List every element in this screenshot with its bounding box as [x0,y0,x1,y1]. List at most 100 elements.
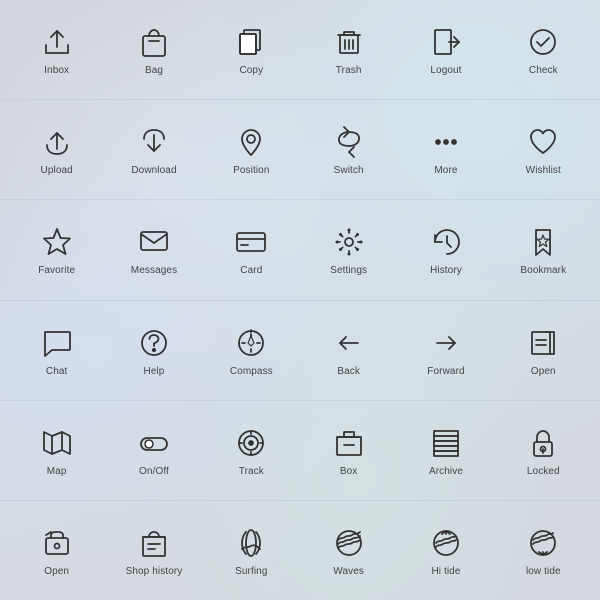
help-icon [135,324,173,362]
upload-icon [38,123,76,161]
more-label: More [434,165,457,176]
waves-icon [330,524,368,562]
onoff-cell[interactable]: On/Off [105,424,202,477]
inbox-icon [38,23,76,61]
card-cell[interactable]: Card [203,223,300,276]
compass-cell[interactable]: Compass [203,324,300,377]
download-label: Download [131,165,176,176]
back-cell[interactable]: Back [300,324,397,377]
copy-icon [232,23,270,61]
chat-cell[interactable]: Chat [8,324,105,377]
locked-label: Locked [527,466,560,477]
inbox-label: Inbox [44,65,69,76]
check-icon [524,23,562,61]
more-cell[interactable]: More [397,123,494,176]
archive-icon [427,424,465,462]
row-6: Open Shop history Surfing [0,501,600,600]
copy-cell[interactable]: Copy [203,23,300,76]
history-label: History [430,265,462,276]
back-label: Back [337,366,360,377]
surfing-icon [232,524,270,562]
wishlist-icon [524,123,562,161]
bookmark-label: Bookmark [520,265,566,276]
icon-grid: Inbox Bag Copy [0,0,600,600]
download-cell[interactable]: Download [105,123,202,176]
bookmark-cell[interactable]: Bookmark [495,223,592,276]
locked-cell[interactable]: Locked [495,424,592,477]
favorite-cell[interactable]: Favorite [8,223,105,276]
map-label: Map [47,466,67,477]
open2-label: Open [44,566,69,577]
low-tide-label: low tide [526,566,561,577]
waves-label: Waves [333,566,364,577]
switch-icon [330,123,368,161]
hi-tide-label: Hi tide [431,566,460,577]
track-cell[interactable]: Track [203,424,300,477]
archive-cell[interactable]: Archive [397,424,494,477]
trash-icon [330,23,368,61]
shop-history-icon [135,524,173,562]
wishlist-cell[interactable]: Wishlist [495,123,592,176]
open-cell[interactable]: Open [495,324,592,377]
help-cell[interactable]: Help [105,324,202,377]
open-icon [524,324,562,362]
copy-label: Copy [239,65,263,76]
surfing-cell[interactable]: Surfing [203,524,300,577]
logout-cell[interactable]: Logout [397,23,494,76]
messages-label: Messages [131,265,177,276]
open2-cell[interactable]: Open [8,524,105,577]
help-label: Help [144,366,165,377]
more-icon [427,123,465,161]
history-cell[interactable]: History [397,223,494,276]
onoff-icon [135,424,173,462]
low-tide-cell[interactable]: low tide [495,524,592,577]
messages-icon [135,223,173,261]
history-icon [427,223,465,261]
chat-label: Chat [46,366,68,377]
settings-label: Settings [330,265,367,276]
messages-cell[interactable]: Messages [105,223,202,276]
wishlist-label: Wishlist [526,165,561,176]
box-cell[interactable]: Box [300,424,397,477]
check-cell[interactable]: Check [495,23,592,76]
position-cell[interactable]: Position [203,123,300,176]
switch-label: Switch [334,165,364,176]
settings-cell[interactable]: Settings [300,223,397,276]
hi-tide-cell[interactable]: Hi tide [397,524,494,577]
chat-icon [38,324,76,362]
forward-icon [427,324,465,362]
download-icon [135,123,173,161]
upload-cell[interactable]: Upload [8,123,105,176]
bag-label: Bag [145,65,163,76]
card-icon [232,223,270,261]
track-label: Track [239,466,264,477]
forward-cell[interactable]: Forward [397,324,494,377]
locked-icon [524,424,562,462]
switch-cell[interactable]: Switch [300,123,397,176]
compass-icon [232,324,270,362]
trash-cell[interactable]: Trash [300,23,397,76]
forward-label: Forward [427,366,464,377]
open-label: Open [531,366,556,377]
waves-cell[interactable]: Waves [300,524,397,577]
box-label: Box [340,466,358,477]
map-cell[interactable]: Map [8,424,105,477]
row-3: Favorite Messages Card Settings [0,200,600,300]
inbox-cell[interactable]: Inbox [8,23,105,76]
favorite-label: Favorite [38,265,75,276]
bag-cell[interactable]: Bag [105,23,202,76]
box-icon [330,424,368,462]
row-2: Upload Download Position Swit [0,100,600,200]
hi-tide-icon [427,524,465,562]
position-icon [232,123,270,161]
check-label: Check [529,65,558,76]
logout-icon [427,23,465,61]
trash-label: Trash [336,65,362,76]
compass-label: Compass [230,366,273,377]
shop-history-label: Shop history [126,566,183,577]
map-icon [38,424,76,462]
shop-history-cell[interactable]: Shop history [105,524,202,577]
row-5: Map On/Off Track [0,401,600,501]
card-label: Card [240,265,262,276]
row-1: Inbox Bag Copy [0,0,600,100]
